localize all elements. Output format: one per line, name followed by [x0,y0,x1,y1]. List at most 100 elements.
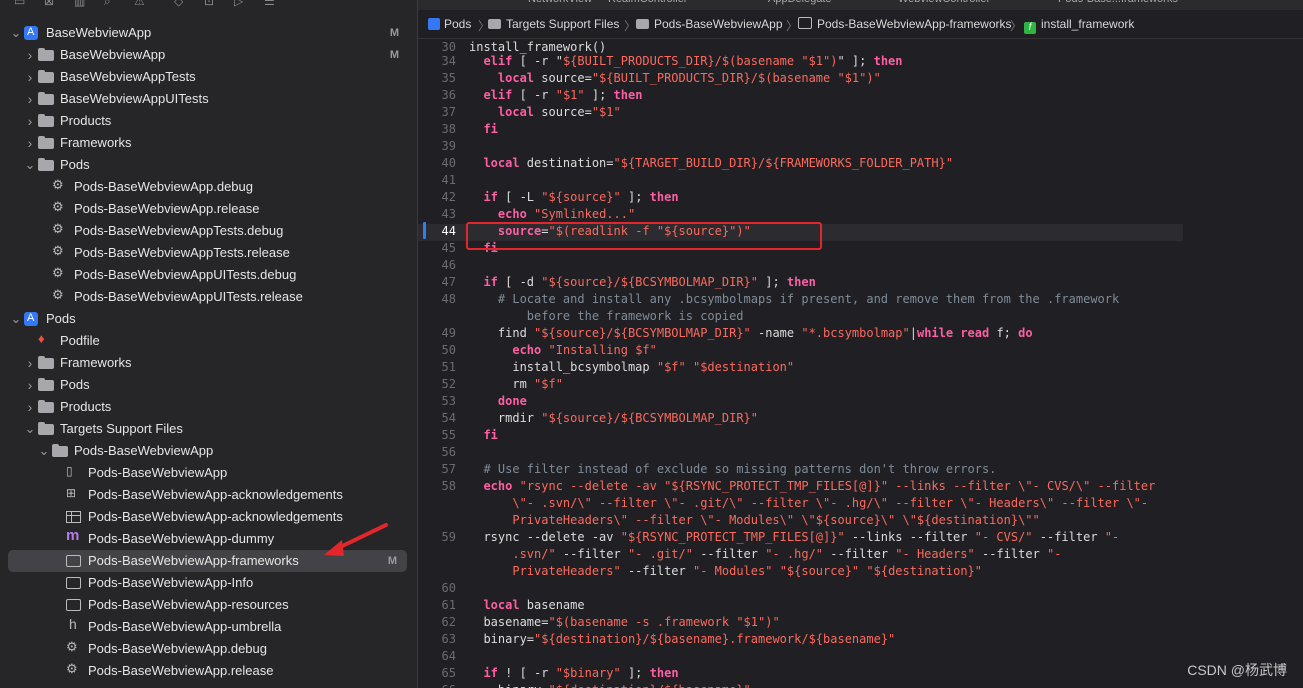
disclosure-collapsed-icon[interactable]: › [24,374,36,396]
disclosure-collapsed-icon[interactable]: › [24,44,36,66]
navigator-item[interactable]: ⊞ Pods-BaseWebviewApp-acknowledgements [0,484,417,506]
navigator-item[interactable]: ⌄ Pods-BaseWebviewApp [0,440,417,462]
code-line[interactable]: done [469,394,527,408]
navigator-item[interactable]: ⚙ Pods-BaseWebviewAppUITests.release [0,286,417,308]
code-line[interactable]: basename="$(basename -s .framework "$1")… [469,615,779,629]
navigator-item[interactable]: › Products [0,110,417,132]
code-line[interactable]: echo "rsync --delete -av "${RSYNC_PROTEC… [469,479,1155,493]
navigator-item[interactable]: ⌄ A BaseWebviewApp M [0,22,417,44]
navigator-item[interactable]: ⚙ Pods-BaseWebviewAppTests.release [0,242,417,264]
line-number: 62 [441,615,456,629]
code-line[interactable]: if [ -d "${source}/${BCSYMBOLMAP_DIR}" ]… [469,275,815,289]
disclosure-expanded-icon[interactable]: ⌄ [24,154,36,176]
navigator-item[interactable]: › BaseWebviewAppUITests [0,88,417,110]
code-line[interactable]: # Use filter instead of exclude so missi… [469,462,996,476]
navigator-item[interactable]: ⌄ Targets Support Files [0,418,417,440]
disclosure-collapsed-icon[interactable]: › [24,110,36,132]
code-token: before the framework is copied [469,309,744,323]
navigator-item[interactable]: ⚙ Pods-BaseWebviewApp.release [0,660,417,682]
code-line[interactable]: local source="$1" [469,105,621,119]
code-line[interactable]: local basename [469,598,585,612]
navigator-item[interactable]: › Frameworks [0,352,417,374]
jump-bar-item[interactable]: Pods-BaseWebviewApp-frameworks [798,17,1012,31]
navigator-item[interactable]: Pods-BaseWebviewApp-resources [0,594,417,616]
code-line[interactable]: local source="${BUILT_PRODUCTS_DIR}/$(ba… [469,71,881,85]
editor-tab[interactable]: Pods-Base...frameworks [1058,0,1178,5]
code-line[interactable]: if ! [ -r "$binary" ]; then [469,666,678,680]
code-line[interactable]: echo "Symlinked..." [469,207,635,221]
disclosure-collapsed-icon[interactable]: › [24,88,36,110]
code-line[interactable]: fi [469,428,497,442]
breakpoint-icon[interactable]: ▷ [234,0,243,8]
navigator-item[interactable]: ⚙ Pods-BaseWebviewAppTests.debug [0,220,417,242]
sticky-function-header[interactable]: install_framework() [469,40,606,54]
disclosure-collapsed-icon[interactable]: › [24,352,36,374]
navigator-item[interactable]: ⚙ Pods-BaseWebviewApp.debug [0,176,417,198]
jump-bar-item[interactable]: Targets Support Files [488,17,619,31]
disclosure-expanded-icon[interactable]: ⌄ [10,22,22,44]
code-line[interactable]: find "${source}/${BCSYMBOLMAP_DIR}" -nam… [469,326,1033,340]
code-line[interactable]: if [ -L "${source}" ]; then [469,190,678,204]
editor-tab[interactable]: RealmController [608,0,687,5]
navigator-item[interactable]: ♦ Podfile [0,330,417,352]
editor-tab[interactable]: NetworkView [528,0,592,5]
code-line[interactable]: PrivateHeaders" --filter "- Modules" "${… [469,564,982,578]
jump-bar-item[interactable]: f install_framework [1024,17,1134,34]
code-line[interactable]: rmdir "${source}/${BCSYMBOLMAP_DIR}" [469,411,758,425]
test-icon[interactable]: ◇ [174,0,183,8]
editor-tab[interactable]: AppDelegate [768,0,832,5]
disclosure-collapsed-icon[interactable]: › [24,66,36,88]
code-line[interactable]: echo "Installing $f" [469,343,657,357]
disclosure-collapsed-icon[interactable]: › [24,396,36,418]
navigator-item[interactable]: › Frameworks [0,132,417,154]
code-line[interactable]: fi [469,122,497,136]
code-token: basename [519,598,585,612]
debug-icon[interactable]: ⊡ [204,0,214,8]
jump-bar-item[interactable]: Pods-BaseWebviewApp [636,17,783,31]
code-line[interactable]: elif [ -r "$1" ]; then [469,88,642,102]
code-line[interactable]: \"- .svn/\" --filter \"- .git/\" --filte… [469,496,1148,510]
navigator-item[interactable]: ⚙ Pods-BaseWebviewApp.debug [0,638,417,660]
disclosure-expanded-icon[interactable]: ⌄ [38,440,50,462]
navigator-item[interactable]: ⚙ Pods-BaseWebviewAppUITests.debug [0,264,417,286]
navigator-item[interactable]: › Products [0,396,417,418]
code-line[interactable]: rsync --delete -av "${RSYNC_PROTECT_TMP_… [469,530,1119,544]
code-line[interactable]: rm "$f" [469,377,563,391]
code-line[interactable]: before the framework is copied [469,309,744,323]
disclosure-expanded-icon[interactable]: ⌄ [24,418,36,440]
code-line[interactable]: elif [ -r "${BUILT_PRODUCTS_DIR}/$(basen… [469,54,902,68]
code-line[interactable]: local destination="${TARGET_BUILD_DIR}/$… [469,156,953,170]
disclosure-expanded-icon[interactable]: ⌄ [10,308,22,330]
code-line[interactable]: # Locate and install any .bcsymbolmaps i… [469,292,1119,306]
navigator-item[interactable]: ⚙ Pods-BaseWebviewApp.release [0,198,417,220]
code-token: "- [1104,530,1120,544]
code-line[interactable]: binary="${destination}/${basename}" [469,683,751,688]
report-icon[interactable]: ☰ [264,0,275,8]
source-control-icon[interactable]: ⊠ [44,0,54,8]
symbol-icon[interactable]: ▥ [74,0,85,8]
navigator-item[interactable]: › BaseWebviewApp M [0,44,417,66]
find-icon[interactable]: ⌕ [104,0,111,9]
navigator-item[interactable]: ⌄ Pods [0,154,417,176]
disclosure-collapsed-icon[interactable]: › [24,132,36,154]
navigator-item[interactable]: h Pods-BaseWebviewApp-umbrella [0,616,417,638]
navigator-item[interactable]: ▯ Pods-BaseWebviewApp [0,462,417,484]
navigator-item[interactable]: › Pods [0,374,417,396]
code-token: PrivateHeaders\" --filter \"- Modules\" … [469,513,1040,527]
gear-icon: ⚙ [52,177,64,192]
code-line[interactable]: .svn/" --filter "- .git/" --filter "- .h… [469,547,1061,561]
issue-icon[interactable]: ⚠ [134,0,145,8]
code-line[interactable]: binary="${destination}/${basename}.frame… [469,632,895,646]
jump-bar-item[interactable]: Pods [428,17,471,31]
editor-tab[interactable]: WebviewController [898,0,990,5]
folder-icon[interactable]: ▭ [14,0,25,8]
navigator-item[interactable]: Pods-BaseWebviewApp-Info [0,572,417,594]
code-line[interactable]: install_bcsymbolmap "$f" "$destination" [469,360,794,374]
code-area[interactable]: 30 install_framework() 34 elif [ -r "${BUI… [418,40,1183,688]
navigator-item[interactable]: ⌄ A Pods [0,308,417,330]
code-line[interactable]: PrivateHeaders\" --filter \"- Modules\" … [469,513,1040,527]
navigator-item-label: BaseWebviewApp [60,47,166,62]
code-token: echo [512,343,542,357]
navigator-item[interactable]: › BaseWebviewAppTests [0,66,417,88]
